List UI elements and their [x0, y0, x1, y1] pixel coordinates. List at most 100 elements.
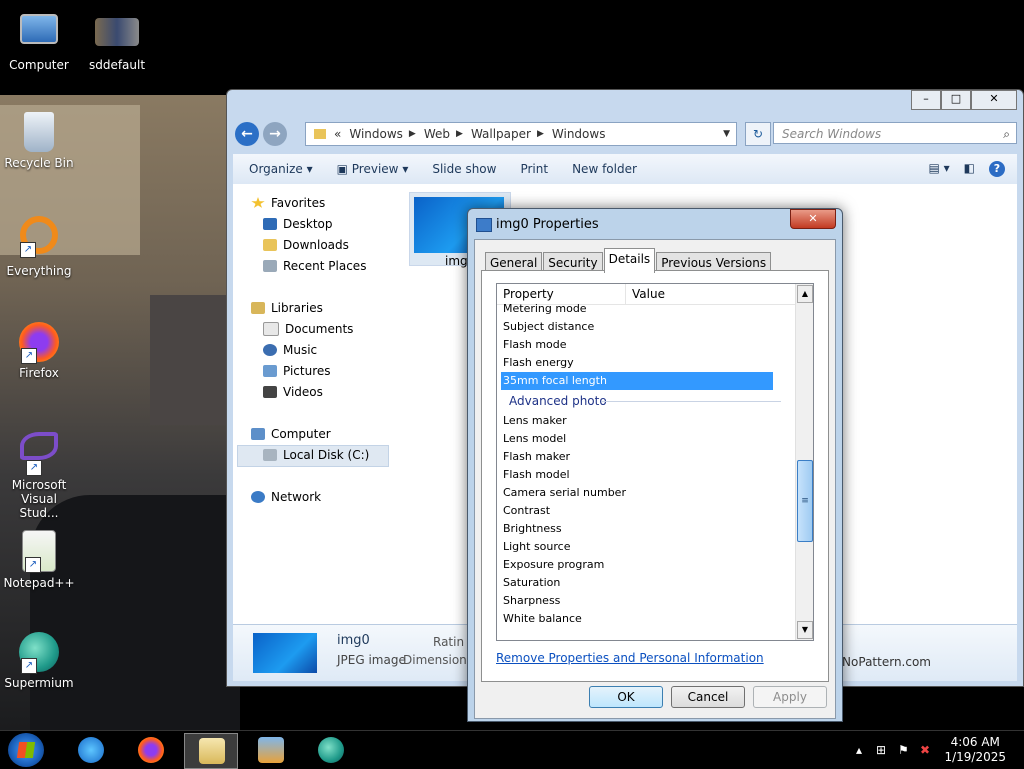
view-options-icon[interactable]: ▤ ▾: [928, 161, 949, 177]
group-divider: [601, 401, 781, 402]
property-list-scrollbar[interactable]: ▲ ≡ ▼: [795, 284, 813, 640]
forward-button[interactable]: →: [263, 122, 287, 146]
address-bar[interactable]: « Windows ▶ Web ▶ Wallpaper ▶ Windows ▼: [305, 122, 737, 146]
property-row[interactable]: Flash maker: [497, 448, 795, 466]
property-row[interactable]: Lens maker: [497, 412, 795, 430]
back-button[interactable]: ←: [235, 122, 259, 146]
preview-button[interactable]: ▣ Preview ▾: [337, 162, 409, 176]
breadcrumb-windows-current[interactable]: Windows: [552, 127, 606, 141]
breadcrumb-arrow-icon[interactable]: ▶: [537, 129, 544, 139]
ok-button[interactable]: OK: [589, 686, 663, 708]
show-hidden-icons-icon[interactable]: ▴: [856, 743, 862, 757]
desktop-icon-label: Notepad++: [3, 576, 75, 590]
property-row[interactable]: Sharpness: [497, 592, 795, 610]
desktop-icon-everything[interactable]: ↗ Everything: [2, 216, 76, 278]
firefox-icon: [138, 737, 164, 763]
desktop-icon-label: Supermium: [4, 676, 74, 690]
breadcrumb-arrow-icon[interactable]: ▶: [456, 129, 463, 139]
breadcrumb-windows[interactable]: Windows: [349, 127, 403, 141]
new-folder-button[interactable]: New folder: [572, 162, 637, 176]
print-button[interactable]: Print: [520, 162, 548, 176]
breadcrumb-web[interactable]: Web: [424, 127, 450, 141]
taskbar-firefox[interactable]: [124, 733, 176, 767]
property-row[interactable]: Exposure program: [497, 556, 795, 574]
maximize-button[interactable]: □: [941, 90, 971, 110]
property-row[interactable]: Contrast: [497, 502, 795, 520]
details-rating-label: Ratin: [433, 635, 465, 649]
nav-desktop[interactable]: Desktop: [263, 217, 333, 231]
taskbar-explorer[interactable]: [184, 733, 238, 769]
nav-music[interactable]: Music: [263, 343, 317, 357]
apply-button[interactable]: Apply: [753, 686, 827, 708]
nav-favorites[interactable]: Favorites: [251, 196, 325, 210]
refresh-button[interactable]: ↻: [745, 122, 771, 146]
breadcrumb-wallpaper[interactable]: Wallpaper: [471, 127, 531, 141]
property-row[interactable]: Metering mode: [497, 300, 795, 318]
clock-time: 4:06 AM: [950, 735, 1000, 749]
taskbar-supermium[interactable]: [304, 733, 356, 767]
minimize-button[interactable]: –: [911, 90, 941, 110]
property-row[interactable]: Saturation: [497, 574, 795, 592]
taskbar-internet-explorer[interactable]: [64, 733, 116, 767]
property-row[interactable]: Light source: [497, 538, 795, 556]
nav-libraries[interactable]: Libraries: [251, 301, 323, 315]
property-row[interactable]: Flash mode: [497, 336, 795, 354]
desktop-icon-computer[interactable]: Computer: [2, 10, 76, 72]
search-icon[interactable]: ⌕: [1003, 123, 1010, 145]
nav-downloads[interactable]: Downloads: [263, 238, 349, 252]
help-icon[interactable]: ?: [989, 161, 1005, 177]
property-row[interactable]: Flash energy: [497, 354, 795, 372]
property-row[interactable]: Camera serial number: [497, 484, 795, 502]
property-row-selected[interactable]: 35mm focal length: [501, 372, 773, 390]
documents-icon: [263, 322, 279, 336]
desktop-icon-supermium[interactable]: ↗ Supermium: [2, 632, 76, 690]
nav-network[interactable]: Network: [251, 490, 321, 504]
property-row[interactable]: Lens model: [497, 430, 795, 448]
nav-recent-places[interactable]: Recent Places: [263, 259, 366, 273]
desktop-icon-sddefault[interactable]: sddefault: [80, 18, 154, 72]
desktop-icon-firefox[interactable]: ↗ Firefox: [2, 322, 76, 380]
breadcrumb-arrow-icon[interactable]: ▶: [409, 129, 416, 139]
start-button[interactable]: [8, 733, 44, 767]
volume-muted-icon[interactable]: ✖: [920, 743, 930, 757]
preview-pane-icon[interactable]: ◧: [964, 161, 975, 177]
scrollbar-thumb[interactable]: ≡: [797, 460, 813, 542]
dialog-close-button[interactable]: ✕: [790, 209, 836, 229]
desktop-icon-label: Everything: [6, 264, 72, 278]
desktop-icon-recycle-bin[interactable]: Recycle Bin: [2, 112, 76, 170]
property-row[interactable]: Flash model: [497, 466, 795, 484]
details-tab-page: Property Value Metering mode Subject dis…: [481, 270, 829, 682]
cancel-button[interactable]: Cancel: [671, 686, 745, 708]
nav-videos[interactable]: Videos: [263, 385, 323, 399]
network-tray-icon[interactable]: ⊞: [876, 743, 886, 757]
supermium-icon: [318, 737, 344, 763]
desktop-icon-visual-studio[interactable]: ↗ Microsoft Visual Stud...: [2, 432, 76, 520]
property-row[interactable]: White balance: [497, 610, 795, 628]
slideshow-button[interactable]: Slide show: [432, 162, 496, 176]
search-input[interactable]: Search Windows ⌕: [773, 122, 1017, 144]
nav-pictures[interactable]: Pictures: [263, 364, 331, 378]
organize-button[interactable]: Organize ▾: [249, 162, 313, 176]
property-row[interactable]: Subject distance: [497, 318, 795, 336]
dialog-body: General Security Details Previous Versio…: [474, 239, 836, 719]
desktop-icon-label: Recycle Bin: [4, 156, 74, 170]
desktop-icon: [263, 218, 277, 230]
remove-properties-link[interactable]: Remove Properties and Personal Informati…: [496, 651, 764, 665]
nav-computer[interactable]: Computer: [251, 427, 331, 441]
property-list[interactable]: Property Value Metering mode Subject dis…: [496, 283, 814, 641]
internet-explorer-icon: [78, 737, 104, 763]
tab-details[interactable]: Details: [603, 248, 656, 273]
close-button[interactable]: ✕: [971, 90, 1017, 110]
clock-date: 1/19/2025: [944, 750, 1006, 764]
scroll-up-icon[interactable]: ▲: [797, 285, 813, 303]
address-dropdown-icon[interactable]: ▼: [723, 129, 730, 139]
clock[interactable]: 4:06 AM 1/19/2025: [944, 735, 1006, 765]
breadcrumb-overflow[interactable]: «: [334, 127, 341, 141]
action-center-flag-icon[interactable]: ⚑: [898, 743, 909, 757]
property-row[interactable]: Brightness: [497, 520, 795, 538]
scroll-down-icon[interactable]: ▼: [797, 621, 813, 639]
nav-documents[interactable]: Documents: [263, 322, 353, 336]
desktop-icon-notepadpp[interactable]: ↗ Notepad++: [2, 530, 76, 590]
nav-local-disk[interactable]: Local Disk (C:): [263, 448, 369, 462]
taskbar-media-player[interactable]: [244, 733, 296, 767]
